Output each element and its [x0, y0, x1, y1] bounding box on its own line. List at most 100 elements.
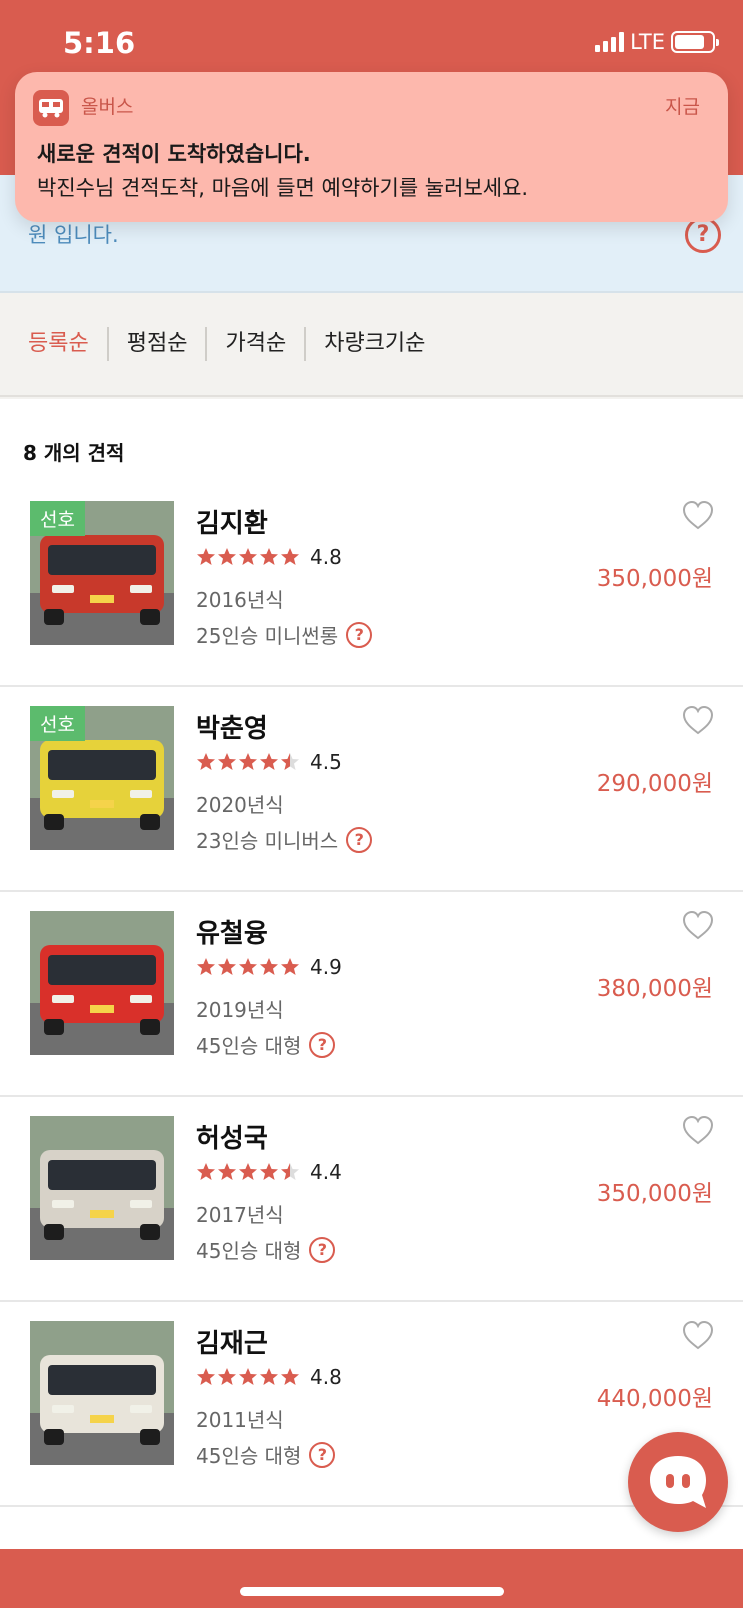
rating-score: 4.5 [310, 750, 342, 774]
star-icon [281, 958, 299, 975]
chat-circle[interactable] [628, 1432, 728, 1532]
preferred-badge: 선호 [30, 706, 85, 741]
star-icon [197, 548, 215, 565]
quote-row[interactable]: 선호 박춘영 4.5 2020년식 23인승 미니버스? 290,000원 [0, 682, 743, 892]
vehicle-type-label: 45인승 대형 [196, 1444, 302, 1468]
price: 350,000원 [596, 566, 713, 592]
quote-row[interactable]: 유철융 4.9 2019년식 45인승 대형? 380,000원 [0, 887, 743, 1097]
battery-icon [671, 31, 719, 53]
vehicle-thumbnail[interactable] [30, 1116, 174, 1260]
price: 350,000원 [596, 1181, 713, 1207]
question-icon[interactable]: ? [346, 826, 373, 853]
rating-score: 4.4 [310, 1160, 342, 1184]
star-icon [260, 548, 278, 565]
question-icon[interactable]: ? [685, 217, 721, 253]
question-icon[interactable]: ? [309, 1236, 336, 1263]
driver-name: 유철융 [196, 919, 268, 949]
vehicle-thumbnail[interactable] [30, 911, 174, 1055]
question-icon[interactable]: ? [346, 621, 373, 648]
vehicle-year: 2020년식 [196, 793, 284, 817]
vehicle-type-label: 23인승 미니버스 [196, 829, 339, 853]
question-icon[interactable]: ? [309, 1441, 336, 1468]
vehicle-year: 2019년식 [196, 998, 284, 1022]
vehicle-thumbnail[interactable]: 선호 [30, 501, 174, 645]
star-icon [218, 1163, 236, 1180]
star-half-icon [281, 753, 299, 770]
home-indicator[interactable] [240, 1587, 504, 1596]
signal-icon [595, 32, 625, 52]
rating: 4.8 [196, 1365, 342, 1389]
rating: 4.9 [196, 955, 342, 979]
vehicle-type-label: 25인승 미니썬롱 [196, 624, 339, 648]
vehicle-type-label: 45인승 대형 [196, 1239, 302, 1263]
rating-stars [196, 1162, 300, 1182]
vehicle-type: 45인승 대형? [196, 1030, 336, 1059]
star-icon [260, 958, 278, 975]
quote-row[interactable]: 허성국 4.4 2017년식 45인승 대형? 350,000원 [0, 1092, 743, 1302]
rating: 4.8 [196, 545, 342, 569]
network-label: LTE [630, 30, 665, 54]
price: 290,000원 [596, 771, 713, 797]
rating: 4.5 [196, 750, 342, 774]
heart-icon[interactable] [681, 1319, 715, 1351]
notification-app-name: 올버스 [81, 96, 134, 118]
price: 440,000원 [596, 1386, 713, 1412]
rating-stars [196, 547, 300, 567]
rating-score: 4.9 [310, 955, 342, 979]
rating: 4.4 [196, 1160, 342, 1184]
star-icon [218, 958, 236, 975]
star-icon [239, 958, 257, 975]
star-icon [197, 1163, 215, 1180]
sort-tabs: 등록순 평점순 가격순 차량크기순 [0, 293, 743, 397]
rating-stars [196, 957, 300, 977]
star-icon [239, 548, 257, 565]
driver-name: 허성국 [196, 1124, 268, 1154]
star-icon [260, 1163, 278, 1180]
bottom-bar [0, 1549, 743, 1608]
vehicle-year: 2017년식 [196, 1203, 284, 1227]
bus-photo [30, 911, 174, 1055]
heart-icon[interactable] [681, 704, 715, 736]
star-icon [239, 753, 257, 770]
star-icon [281, 1368, 299, 1385]
vehicle-type: 45인승 대형? [196, 1235, 336, 1264]
status-time: 5:16 [63, 26, 136, 60]
vehicle-type: 25인승 미니썬롱? [196, 620, 373, 649]
driver-name: 김재근 [196, 1329, 268, 1359]
push-notification[interactable]: 올버스 지금 새로운 견적이 도착하였습니다. 박진수님 견적도착, 마음에 들… [15, 72, 728, 222]
quote-count: 8 개의 견적 [23, 441, 125, 465]
rating-score: 4.8 [310, 1365, 342, 1389]
vehicle-thumbnail[interactable]: 선호 [30, 706, 174, 850]
bus-app-icon [33, 90, 69, 126]
quote-list: 8 개의 견적 선호 김지환 4.8 2016년식 25인승 미니썬롱? 350,000원… [0, 399, 743, 1549]
rating-score: 4.8 [310, 545, 342, 569]
notification-body: 박진수님 견적도착, 마음에 들면 예약하기를 눌러보세요. [37, 176, 529, 200]
chat-bubble-icon [650, 1456, 706, 1508]
question-icon[interactable]: ? [309, 1031, 336, 1058]
sort-tab-1[interactable]: 평점순 [106, 327, 206, 361]
star-half-icon [281, 1163, 299, 1180]
star-icon [197, 1368, 215, 1385]
price: 380,000원 [596, 976, 713, 1002]
notification-title: 새로운 견적이 도착하였습니다. [37, 142, 311, 166]
heart-icon[interactable] [681, 499, 715, 531]
info-banner-text: 원 입니다. [28, 223, 119, 247]
sort-tab-0[interactable]: 등록순 [28, 327, 107, 361]
vehicle-type: 23인승 미니버스? [196, 825, 373, 854]
sort-tab-2[interactable]: 가격순 [205, 327, 304, 361]
rating-stars [196, 1367, 300, 1387]
driver-name: 김지환 [196, 509, 268, 539]
vehicle-thumbnail[interactable] [30, 1321, 174, 1465]
star-icon [239, 1163, 257, 1180]
heart-icon[interactable] [681, 1114, 715, 1146]
star-icon [218, 548, 236, 565]
chat-button[interactable] [628, 1432, 743, 1532]
status-indicators: LTE [595, 30, 719, 54]
star-icon [197, 958, 215, 975]
quote-row[interactable]: 선호 김지환 4.8 2016년식 25인승 미니썬롱? 350,000원 [0, 477, 743, 687]
sort-tab-3[interactable]: 차량크기순 [304, 327, 443, 361]
star-icon [281, 548, 299, 565]
heart-icon[interactable] [681, 909, 715, 941]
preferred-badge: 선호 [30, 501, 85, 536]
vehicle-year: 2011년식 [196, 1408, 284, 1432]
